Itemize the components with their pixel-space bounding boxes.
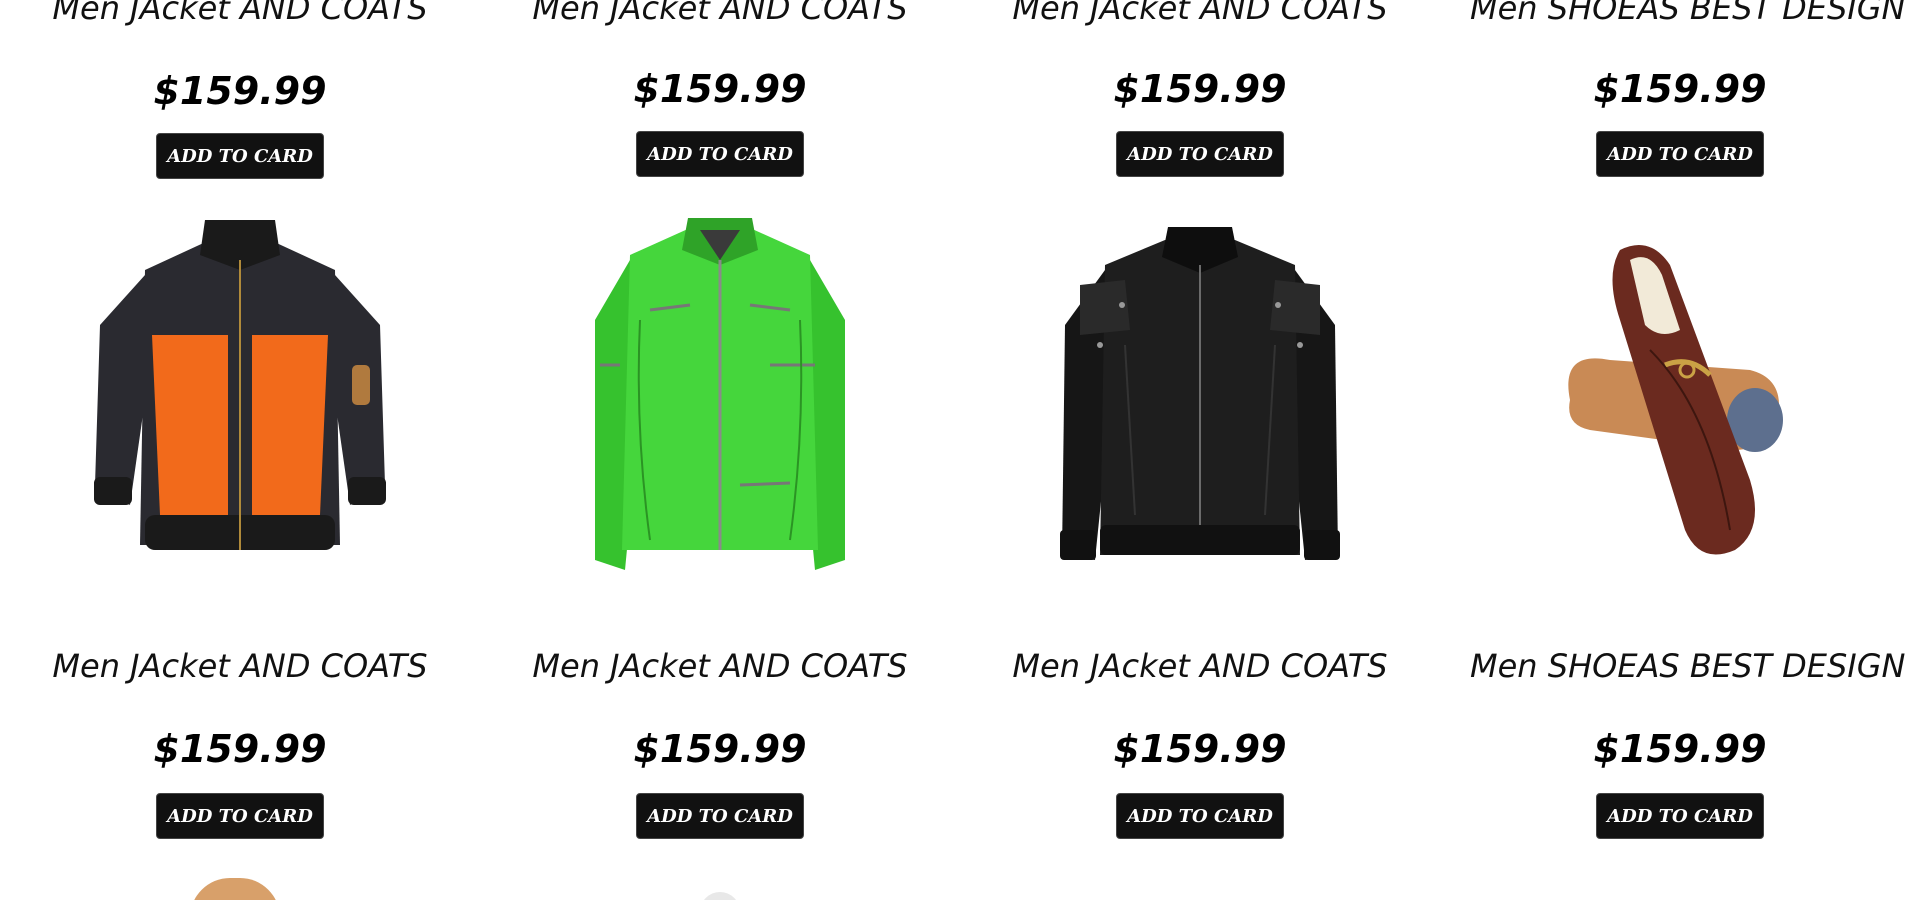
product-title: Men JAcket AND COATS bbox=[1012, 0, 1388, 27]
product-image-orange-black-jacket[interactable] bbox=[30, 210, 450, 590]
product-title: Men SHOEAS BEST DESIGN bbox=[1470, 0, 1906, 27]
product-image-black-leather-jacket[interactable] bbox=[990, 210, 1410, 590]
add-to-card-button[interactable]: ADD TO CARD bbox=[1116, 131, 1284, 177]
product-image-partial[interactable] bbox=[190, 878, 280, 900]
product-price: $159.99 bbox=[1593, 67, 1767, 111]
product-title: Men JAcket AND COATS bbox=[532, 0, 908, 27]
product-price: $159.99 bbox=[633, 67, 807, 111]
add-to-card-button[interactable]: ADD TO CARD bbox=[636, 793, 804, 839]
product-image-partial[interactable] bbox=[700, 892, 740, 900]
product-title: Men JAcket AND COATS bbox=[52, 0, 428, 27]
add-to-card-button[interactable]: ADD TO CARD bbox=[156, 793, 324, 839]
product-title: Men JAcket AND COATS bbox=[532, 647, 908, 685]
product-grid: Men JAcket AND COATS Men JAcket AND COAT… bbox=[0, 0, 1920, 900]
product-price: $159.99 bbox=[1113, 727, 1287, 771]
product-title: Men JAcket AND COATS bbox=[52, 647, 428, 685]
product-price: $159.99 bbox=[153, 69, 327, 113]
jacket-icon bbox=[1060, 227, 1340, 560]
product-price: $159.99 bbox=[153, 727, 327, 771]
product-image-green-leather-jacket[interactable] bbox=[510, 210, 930, 590]
product-image-brown-loafer-shoes[interactable] bbox=[1470, 210, 1890, 590]
add-to-card-button[interactable]: ADD TO CARD bbox=[156, 133, 324, 179]
add-to-card-button[interactable]: ADD TO CARD bbox=[1596, 793, 1764, 839]
jacket-icon bbox=[94, 220, 386, 550]
jacket-icon bbox=[595, 218, 845, 570]
product-title: Men JAcket AND COATS bbox=[1012, 647, 1388, 685]
product-price: $159.99 bbox=[633, 727, 807, 771]
add-to-card-button[interactable]: ADD TO CARD bbox=[1596, 131, 1764, 177]
add-to-card-button[interactable]: ADD TO CARD bbox=[1116, 793, 1284, 839]
shoe-icon bbox=[1568, 245, 1783, 555]
add-to-card-button[interactable]: ADD TO CARD bbox=[636, 131, 804, 177]
product-price: $159.99 bbox=[1113, 67, 1287, 111]
product-price: $159.99 bbox=[1593, 727, 1767, 771]
product-title: Men SHOEAS BEST DESIGN bbox=[1470, 647, 1906, 685]
